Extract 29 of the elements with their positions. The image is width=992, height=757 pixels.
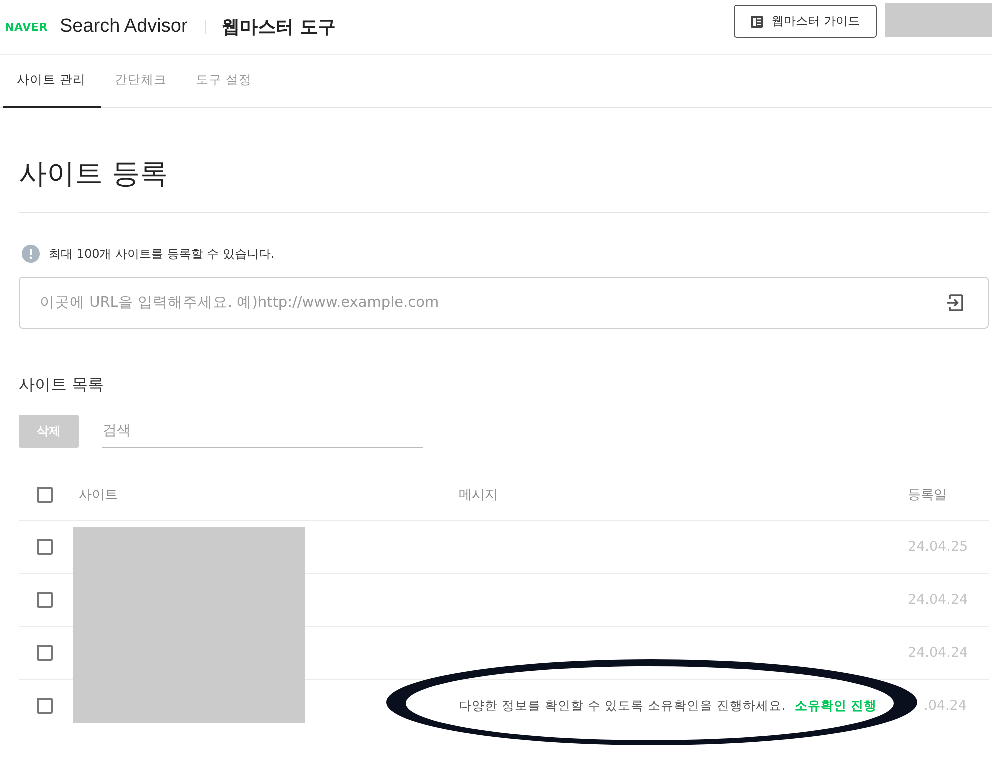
info-icon <box>22 245 40 263</box>
guide-button[interactable]: 웹마스터 가이드 <box>734 5 877 38</box>
notice-text: 최대 100개 사이트를 등록할 수 있습니다. <box>49 246 275 262</box>
url-input-field[interactable]: 이곳에 URL을 입력해주세요. 예)http://www.example.com <box>19 277 989 329</box>
section-heading: 사이트 목록 <box>19 374 104 396</box>
column-header: 메시지 <box>459 487 498 504</box>
date-text: 24.04.24 <box>908 645 968 661</box>
naver-logo[interactable]: NAVER <box>5 20 48 34</box>
verify-ownership-link[interactable]: 소유확인 진행 <box>794 698 878 714</box>
date-text: 24.04.25 <box>908 539 968 555</box>
enter-icon[interactable] <box>946 294 964 312</box>
product-name: Search Advisor <box>60 16 188 38</box>
column-header: 등록일 <box>908 487 947 504</box>
column-header: 사이트 <box>79 487 118 504</box>
tab[interactable]: 도구 설정 <box>182 55 267 108</box>
search-field[interactable]: 검색 <box>102 414 423 448</box>
section-title: 웹마스터 도구 <box>222 16 336 39</box>
tab[interactable]: 간단체크 <box>100 55 182 108</box>
book-icon <box>751 16 764 28</box>
tab[interactable]: 사이트 관리 <box>3 55 101 108</box>
page-title: 사이트 등록 <box>19 156 168 192</box>
message-text: 다양한 정보를 확인할 수 있도록 소유확인을 진행하세요. <box>459 698 786 714</box>
row-checkbox[interactable] <box>37 698 53 714</box>
row-checkbox[interactable] <box>37 645 53 661</box>
date-text: .04.24 <box>924 698 967 714</box>
row-checkbox[interactable] <box>37 539 53 555</box>
select-all-checkbox[interactable] <box>37 487 53 503</box>
date-text: 24.04.24 <box>908 592 968 608</box>
row-checkbox[interactable] <box>37 592 53 608</box>
